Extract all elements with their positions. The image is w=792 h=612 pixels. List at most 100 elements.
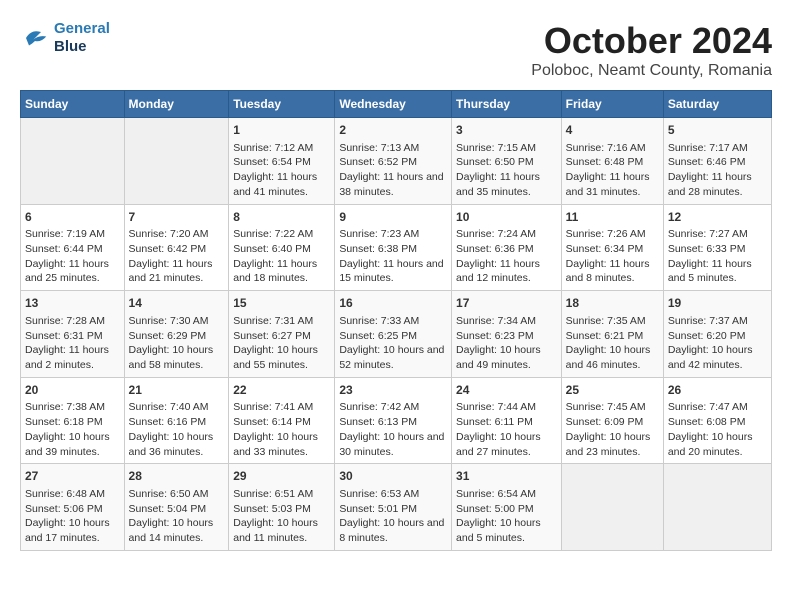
- calendar-cell: 23Sunrise: 7:42 AMSunset: 6:13 PMDayligh…: [335, 377, 452, 464]
- daylight-line: Daylight: 10 hours and 17 minutes.: [25, 516, 120, 545]
- calendar-cell: 3Sunrise: 7:15 AMSunset: 6:50 PMDaylight…: [452, 118, 562, 205]
- calendar-cell: 20Sunrise: 7:38 AMSunset: 6:18 PMDayligh…: [21, 377, 125, 464]
- sunrise-line: Sunrise: 7:41 AM: [233, 400, 330, 415]
- daylight-line: Daylight: 10 hours and 30 minutes.: [339, 430, 447, 459]
- sunrise-line: Sunrise: 7:35 AM: [566, 314, 659, 329]
- sunrise-line: Sunrise: 7:27 AM: [668, 227, 767, 242]
- logo-icon: [20, 23, 50, 53]
- sunset-line: Sunset: 6:23 PM: [456, 329, 557, 344]
- daylight-line: Daylight: 11 hours and 12 minutes.: [456, 257, 557, 286]
- daylight-line: Daylight: 11 hours and 5 minutes.: [668, 257, 767, 286]
- sunset-line: Sunset: 6:54 PM: [233, 155, 330, 170]
- day-number: 19: [668, 295, 767, 312]
- sunrise-line: Sunrise: 7:42 AM: [339, 400, 447, 415]
- day-number: 17: [456, 295, 557, 312]
- day-number: 28: [129, 468, 225, 485]
- calendar-cell: 8Sunrise: 7:22 AMSunset: 6:40 PMDaylight…: [229, 204, 335, 291]
- daylight-line: Daylight: 10 hours and 58 minutes.: [129, 343, 225, 372]
- sunset-line: Sunset: 5:03 PM: [233, 502, 330, 517]
- calendar-cell: 30Sunrise: 6:53 AMSunset: 5:01 PMDayligh…: [335, 464, 452, 551]
- sunset-line: Sunset: 6:44 PM: [25, 242, 120, 257]
- sunrise-line: Sunrise: 6:50 AM: [129, 487, 225, 502]
- day-number: 15: [233, 295, 330, 312]
- day-number: 1: [233, 122, 330, 139]
- calendar-cell: 31 Sunrise: 6:54 AMSunset: 5:00 PMDayligh…: [452, 464, 562, 551]
- daylight-line: Daylight: 10 hours and 23 minutes.: [566, 430, 659, 459]
- day-number: 7: [129, 209, 225, 226]
- day-number: 27: [25, 468, 120, 485]
- sunset-line: Sunset: 6:42 PM: [129, 242, 225, 257]
- sunset-line: Sunset: 6:27 PM: [233, 329, 330, 344]
- calendar-cell: 14Sunrise: 7:30 AMSunset: 6:29 PMDayligh…: [124, 291, 229, 378]
- calendar-cell: 2Sunrise: 7:13 AMSunset: 6:52 PMDaylight…: [335, 118, 452, 205]
- sunset-line: Sunset: 6:38 PM: [339, 242, 447, 257]
- daylight-line: Daylight: 11 hours and 8 minutes.: [566, 257, 659, 286]
- daylight-line: Daylight: 11 hours and 25 minutes.: [25, 257, 120, 286]
- day-number: 18: [566, 295, 659, 312]
- sunset-line: Sunset: 6:48 PM: [566, 155, 659, 170]
- daylight-line: Daylight: 11 hours and 21 minutes.: [129, 257, 225, 286]
- calendar-cell: 10Sunrise: 7:24 AMSunset: 6:36 PMDayligh…: [452, 204, 562, 291]
- daylight-line: Daylight: 10 hours and 55 minutes.: [233, 343, 330, 372]
- day-number: 20: [25, 382, 120, 399]
- header-monday: Monday: [124, 91, 229, 118]
- calendar-cell: 12Sunrise: 7:27 AMSunset: 6:33 PMDayligh…: [663, 204, 771, 291]
- header-wednesday: Wednesday: [335, 91, 452, 118]
- sunrise-line: Sunrise: 6:51 AM: [233, 487, 330, 502]
- sunset-line: Sunset: 6:25 PM: [339, 329, 447, 344]
- sunset-line: Sunset: 6:08 PM: [668, 415, 767, 430]
- sunrise-line: Sunrise: 7:15 AM: [456, 141, 557, 156]
- calendar-cell: 19Sunrise: 7:37 AMSunset: 6:20 PMDayligh…: [663, 291, 771, 378]
- sunset-line: Sunset: 6:09 PM: [566, 415, 659, 430]
- daylight-line: Daylight: 10 hours and 36 minutes.: [129, 430, 225, 459]
- calendar-cell: 13Sunrise: 7:28 AMSunset: 6:31 PMDayligh…: [21, 291, 125, 378]
- daylight-line: Daylight: 11 hours and 2 minutes.: [25, 343, 120, 372]
- day-number: 29: [233, 468, 330, 485]
- sunrise-line: Sunrise: 6:54 AM: [456, 487, 557, 502]
- calendar-header: SundayMondayTuesdayWednesdayThursdayFrid…: [21, 91, 772, 118]
- calendar-body: 1Sunrise: 7:12 AMSunset: 6:54 PMDaylight…: [21, 118, 772, 551]
- sunrise-line: Sunrise: 7:28 AM: [25, 314, 120, 329]
- sunset-line: Sunset: 6:13 PM: [339, 415, 447, 430]
- sunset-line: Sunset: 6:50 PM: [456, 155, 557, 170]
- page-header: General Blue October 2024 Poloboc, Neamt…: [20, 20, 772, 80]
- daylight-line: Daylight: 10 hours and 46 minutes.: [566, 343, 659, 372]
- daylight-line: Daylight: 10 hours and 20 minutes.: [668, 430, 767, 459]
- sunset-line: Sunset: 6:40 PM: [233, 242, 330, 257]
- sunrise-line: Sunrise: 7:19 AM: [25, 227, 120, 242]
- sunset-line: Sunset: 6:16 PM: [129, 415, 225, 430]
- day-number: 5: [668, 122, 767, 139]
- calendar-cell: 6Sunrise: 7:19 AMSunset: 6:44 PMDaylight…: [21, 204, 125, 291]
- sunset-line: Sunset: 6:20 PM: [668, 329, 767, 344]
- day-number: 26: [668, 382, 767, 399]
- page-subtitle: Poloboc, Neamt County, Romania: [531, 62, 772, 80]
- sunset-line: Sunset: 5:06 PM: [25, 502, 120, 517]
- sunrise-line: Sunrise: 7:16 AM: [566, 141, 659, 156]
- daylight-line: Daylight: 10 hours and 14 minutes.: [129, 516, 225, 545]
- sunrise-line: Sunrise: 7:44 AM: [456, 400, 557, 415]
- day-number: 13: [25, 295, 120, 312]
- day-number: 6: [25, 209, 120, 226]
- calendar-cell: 9Sunrise: 7:23 AMSunset: 6:38 PMDaylight…: [335, 204, 452, 291]
- calendar-cell: 15Sunrise: 7:31 AMSunset: 6:27 PMDayligh…: [229, 291, 335, 378]
- calendar-row-1: 1Sunrise: 7:12 AMSunset: 6:54 PMDaylight…: [21, 118, 772, 205]
- logo-line1: General: [54, 20, 110, 38]
- sunset-line: Sunset: 6:46 PM: [668, 155, 767, 170]
- sunrise-line: Sunrise: 7:47 AM: [668, 400, 767, 415]
- calendar-cell: 17Sunrise: 7:34 AMSunset: 6:23 PMDayligh…: [452, 291, 562, 378]
- day-number: 10: [456, 209, 557, 226]
- day-number: 8: [233, 209, 330, 226]
- day-number: 14: [129, 295, 225, 312]
- day-number: 31: [456, 468, 557, 485]
- sunrise-line: Sunrise: 7:20 AM: [129, 227, 225, 242]
- daylight-line: Daylight: 10 hours and 5 minutes.: [456, 516, 557, 545]
- day-number: 23: [339, 382, 447, 399]
- sunset-line: Sunset: 6:11 PM: [456, 415, 557, 430]
- sunset-line: Sunset: 5:00 PM: [456, 502, 557, 517]
- title-block: October 2024 Poloboc, Neamt County, Roma…: [531, 20, 772, 80]
- daylight-line: Daylight: 11 hours and 15 minutes.: [339, 257, 447, 286]
- sunset-line: Sunset: 6:14 PM: [233, 415, 330, 430]
- sunrise-line: Sunrise: 7:38 AM: [25, 400, 120, 415]
- sunset-line: Sunset: 5:04 PM: [129, 502, 225, 517]
- calendar-cell: 16Sunrise: 7:33 AMSunset: 6:25 PMDayligh…: [335, 291, 452, 378]
